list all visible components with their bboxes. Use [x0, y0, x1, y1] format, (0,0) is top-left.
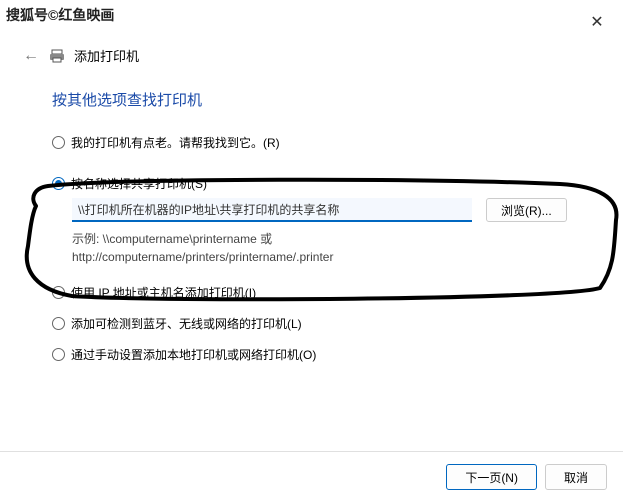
example-line: 示例: \\computername\printername 或 — [72, 230, 623, 248]
printer-path-input[interactable] — [72, 198, 472, 222]
next-button[interactable]: 下一页(N) — [446, 464, 537, 490]
printer-icon — [48, 47, 66, 65]
option-old-printer[interactable]: 我的打印机有点老。请帮我找到它。(R) — [52, 134, 623, 151]
dialog-window: 搜狐号©红鱼映画 ✕ ← 添加打印机 按其他选项查找打印机 我的打印机有点老。请… — [0, 0, 623, 504]
section-title: 按其他选项查找打印机 — [0, 65, 623, 110]
example-text: 示例: \\computername\printername 或 http://… — [72, 230, 623, 266]
option-label: 使用 IP 地址或主机名添加打印机(I) — [71, 284, 256, 301]
radio-icon — [52, 136, 65, 149]
option-label: 按名称选择共享打印机(S) — [71, 175, 207, 192]
watermark-text: 搜狐号©红鱼映画 — [4, 4, 116, 26]
option-wireless[interactable]: 添加可检测到蓝牙、无线或网络的打印机(L) — [52, 315, 623, 332]
printer-path-row: 浏览(R)... — [72, 198, 623, 222]
option-by-name[interactable]: 按名称选择共享打印机(S) — [52, 175, 623, 192]
radio-icon — [52, 177, 65, 190]
radio-icon — [52, 286, 65, 299]
arrow-left-icon: ← — [23, 47, 39, 65]
option-label: 添加可检测到蓝牙、无线或网络的打印机(L) — [71, 315, 302, 332]
close-button[interactable]: ✕ — [585, 10, 609, 34]
option-label: 我的打印机有点老。请帮我找到它。(R) — [71, 134, 280, 151]
radio-icon — [52, 348, 65, 361]
back-button[interactable]: ← — [22, 47, 40, 65]
option-manual[interactable]: 通过手动设置添加本地打印机或网络打印机(O) — [52, 346, 623, 363]
dialog-title: 添加打印机 — [74, 46, 139, 65]
example-line: http://computername/printers/printername… — [72, 248, 623, 266]
dialog-footer: 下一页(N) 取消 — [446, 464, 607, 490]
cancel-button[interactable]: 取消 — [545, 464, 607, 490]
browse-button[interactable]: 浏览(R)... — [486, 198, 567, 222]
footer-divider — [0, 451, 623, 452]
radio-icon — [52, 317, 65, 330]
close-icon: ✕ — [590, 12, 603, 32]
options-group: 我的打印机有点老。请帮我找到它。(R) 按名称选择共享打印机(S) 浏览(R).… — [0, 110, 623, 363]
option-ip-hostname[interactable]: 使用 IP 地址或主机名添加打印机(I) — [52, 284, 623, 301]
option-label: 通过手动设置添加本地打印机或网络打印机(O) — [71, 346, 316, 363]
